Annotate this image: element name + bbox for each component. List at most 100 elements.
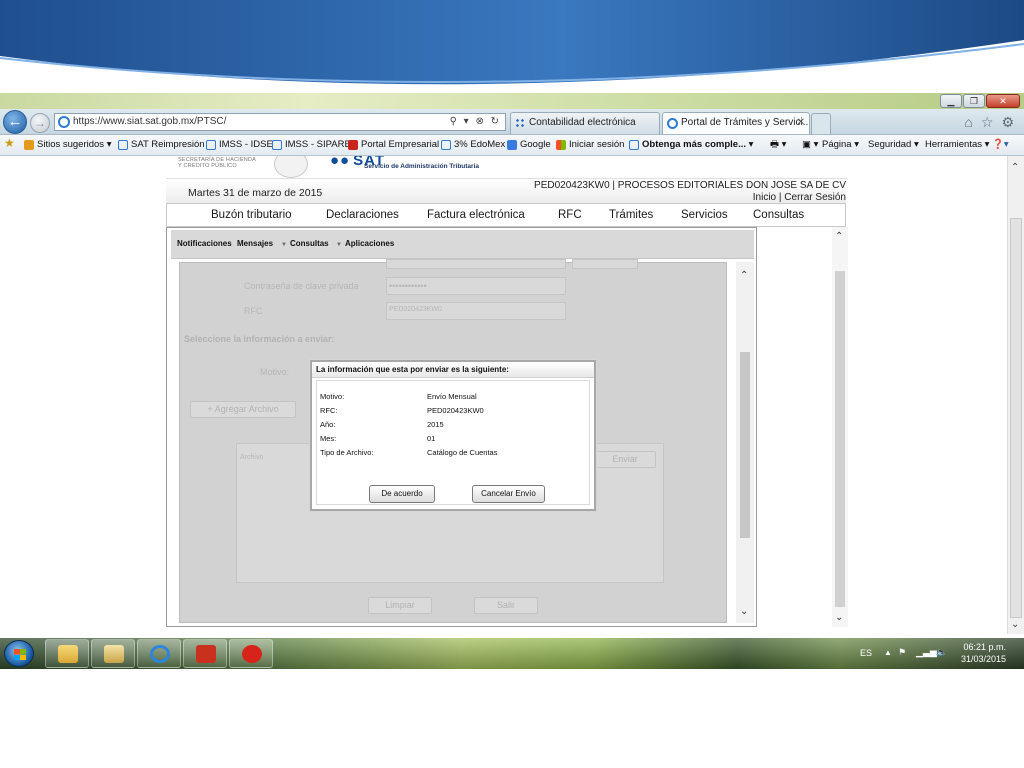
slide-header-banner [0, 0, 1024, 96]
start-button[interactable] [4, 640, 34, 667]
rfc-value: PED020423KW0 [389, 306, 442, 313]
forward-button[interactable]: → [30, 113, 50, 133]
action-center-flag-icon[interactable]: ⚑ [898, 647, 906, 658]
menu-declaraciones[interactable]: Declaraciones [326, 209, 399, 221]
help-icon[interactable]: ❓▾ [992, 138, 1009, 152]
windows-logo-icon [14, 649, 26, 660]
clock-time[interactable]: 06:21 p.m. [963, 642, 1006, 652]
scroll-thumb[interactable] [1010, 218, 1022, 618]
send-button[interactable]: Enviar [594, 451, 656, 468]
menu-servicios[interactable]: Servicios [681, 209, 728, 221]
frame-scrollbar[interactable]: ⌃ ⌄ [832, 227, 848, 627]
submenu-mensajes[interactable]: Mensajes [237, 239, 273, 248]
fav-label: 3% EdoMex [454, 139, 506, 150]
taskbar-app-contpaq[interactable] [183, 639, 227, 668]
home-icon[interactable]: ⌂ [964, 114, 972, 131]
password-field[interactable]: •••••••••••• [386, 277, 566, 295]
menu-buzon-tributario[interactable]: Buzón tributario [211, 209, 292, 221]
scroll-up-icon[interactable]: ⌃ [740, 270, 748, 281]
ie-page-icon [58, 116, 70, 128]
fav-portal-empresarial[interactable]: Portal Empresarial [348, 138, 439, 152]
gear-icon[interactable]: ⚙ [1001, 114, 1014, 131]
clear-button[interactable]: Limpiar [368, 597, 432, 614]
fav-sitios-sugeridos[interactable]: Sitios sugeridos ▾ [24, 138, 111, 152]
submenu-notificaciones[interactable]: Notificaciones [177, 239, 232, 248]
scroll-up-icon[interactable]: ⌃ [1011, 162, 1019, 173]
fav-obtenga-mas[interactable]: Obtenga más comple... ▾ [629, 138, 753, 152]
taskbar-app-ie[interactable] [137, 639, 181, 668]
fav-sat-reimpresion[interactable]: SAT Reimpresión [118, 138, 205, 152]
scroll-down-icon[interactable]: ⌄ [740, 606, 748, 617]
back-button[interactable]: ← [3, 110, 27, 134]
favorites-star-icon[interactable]: ★ [4, 136, 15, 150]
current-date: Martes 31 de marzo de 2015 [188, 187, 323, 199]
clock-date[interactable]: 31/03/2015 [961, 654, 1006, 664]
taskbar-app-cf[interactable] [229, 639, 273, 668]
volume-icon[interactable]: 🔈 [936, 647, 947, 658]
page-scrollbar[interactable]: ⌃ ⌄ [1007, 156, 1024, 634]
submenu-consultas[interactable]: ▼ Consultas [281, 239, 329, 248]
scroll-down-icon[interactable]: ⌄ [835, 612, 843, 623]
network-signal-icon[interactable]: ▁▃▅ [916, 647, 937, 658]
scroll-down-icon[interactable]: ⌄ [1011, 619, 1019, 630]
logout-link[interactable]: Cerrar Sesión [784, 192, 846, 203]
menu-rfc[interactable]: RFC [558, 209, 582, 221]
library-icon [104, 645, 124, 663]
page-icon [118, 140, 128, 150]
page-icon [206, 140, 216, 150]
fav-label: Obtenga más comple... [642, 139, 746, 150]
bing-icon [24, 140, 34, 150]
rfc-label: RFC [244, 306, 263, 316]
chevron-down-icon[interactable]: ▾ [749, 139, 754, 150]
add-file-button[interactable]: + Agregar Archivo [190, 401, 296, 418]
accept-button[interactable]: De acuerdo [369, 485, 435, 503]
file-column-header: Archivo [240, 454, 264, 461]
page-tools-icon[interactable]: ▣ ▾ [802, 138, 818, 152]
cert-button[interactable] [572, 259, 638, 269]
taskbar-app-explorer[interactable] [45, 639, 89, 668]
new-tab-button[interactable] [811, 113, 831, 134]
show-hidden-icons-icon[interactable]: ▲ [884, 648, 892, 657]
system-tray: ES ▲ ⚑ ▁▃▅ 🔈 06:21 p.m. 31/03/2015 [844, 638, 1024, 669]
tab-portal-tramites[interactable]: Portal de Trámites y Servici... ✕ [662, 112, 810, 134]
exit-button[interactable]: Salir [474, 597, 538, 614]
minimize-button[interactable]: ▁ [940, 94, 962, 108]
language-indicator[interactable]: ES [860, 648, 872, 658]
home-link[interactable]: Inicio [753, 192, 776, 203]
cancel-send-button[interactable]: Cancelar Envío [472, 485, 545, 503]
slide: ▁ ❐ ✕ ← → https://www.siat.sat.gob.mx/PT… [0, 0, 1024, 768]
dialog-body: Motivo: Envío Mensual RFC: PED020423KW0 … [316, 380, 590, 505]
sat-header: SECRETARÍA DE HACIENDA Y CRÉDITO PÚBLICO… [166, 156, 856, 178]
fav-label: Portal Empresarial [361, 139, 440, 150]
tools-menu[interactable]: Herramientas ▾ [925, 138, 989, 152]
tab-close-icon[interactable]: ✕ [797, 113, 805, 133]
scroll-thumb[interactable] [740, 352, 750, 538]
menu-tramites[interactable]: Trámites [609, 209, 653, 221]
fav-iniciar-sesion[interactable]: Iniciar sesión [556, 138, 624, 152]
close-window-button[interactable]: ✕ [986, 94, 1020, 108]
scroll-up-icon[interactable]: ⌃ [835, 231, 843, 242]
submenu-aplicaciones[interactable]: ▼ Aplicaciones [336, 239, 394, 248]
favorites-star-icon[interactable]: ☆ [981, 114, 994, 131]
dialog-value-rfc: PED020423KW0 [427, 406, 484, 415]
cert-field[interactable] [386, 259, 566, 269]
fav-google[interactable]: Google [507, 138, 551, 152]
address-bar[interactable]: https://www.siat.sat.gob.mx/PTSC/ ⚲ ▾ ⊗ … [54, 113, 506, 131]
address-controls[interactable]: ⚲ ▾ ⊗ ↻ [450, 114, 501, 130]
menu-factura-electronica[interactable]: Factura electrónica [427, 209, 525, 221]
dialog-label-ano: Año: [320, 420, 336, 429]
scroll-thumb[interactable] [835, 271, 845, 607]
tab-contabilidad[interactable]: Contabilidad electrónica [510, 112, 660, 134]
menu-consultas[interactable]: Consultas [753, 209, 804, 221]
security-menu[interactable]: Seguridad ▾ [868, 138, 919, 152]
print-icon[interactable]: 🖶 ▾ [770, 138, 786, 152]
rfc-field[interactable]: PED020423KW0 [386, 302, 566, 320]
page-icon [272, 140, 282, 150]
fav-edomex[interactable]: 3% EdoMex [441, 138, 505, 152]
fav-imss-idse[interactable]: IMSS - IDSE [206, 138, 273, 152]
maximize-button[interactable]: ❐ [963, 94, 985, 108]
page-menu[interactable]: Página ▾ [822, 138, 859, 152]
fav-imss-sipare[interactable]: IMSS - SIPARE [272, 138, 351, 152]
inner-scrollbar[interactable]: ⌃ ⌄ [736, 262, 754, 623]
taskbar-app-library[interactable] [91, 639, 135, 668]
